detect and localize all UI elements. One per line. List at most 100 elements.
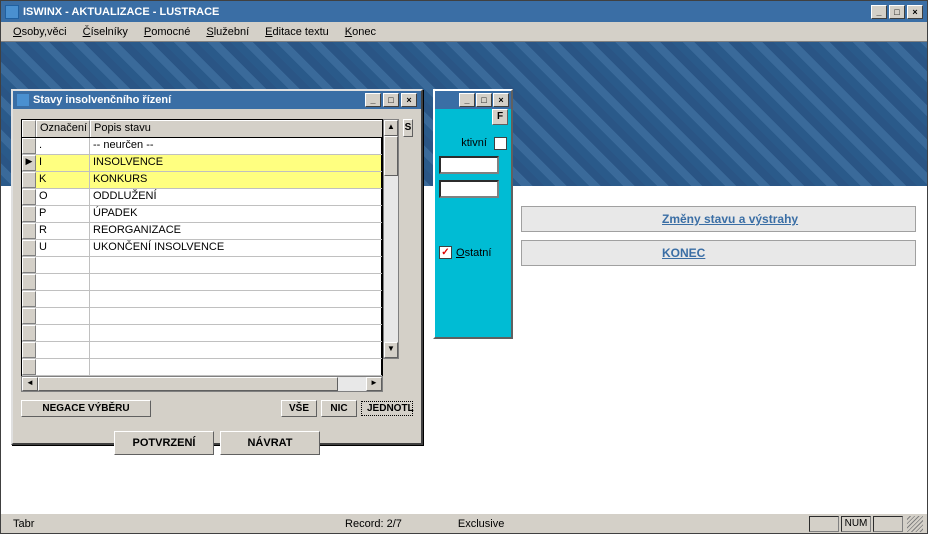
- scroll-right-button[interactable]: ►: [366, 377, 382, 391]
- menu-sluzebni[interactable]: Služební: [198, 24, 257, 40]
- cell-oznaceni[interactable]: K: [36, 172, 90, 188]
- table-row-empty: [22, 257, 382, 274]
- row-selector[interactable]: [22, 223, 36, 239]
- side-row-konec[interactable]: KONEC: [521, 240, 916, 266]
- status-box-3: [873, 516, 903, 532]
- table-row[interactable]: OODDLUŽENÍ: [22, 189, 382, 206]
- f-button[interactable]: F: [492, 109, 508, 125]
- close-button[interactable]: ×: [907, 5, 923, 19]
- filter-minimize-button[interactable]: _: [459, 93, 475, 107]
- cell-popis[interactable]: UKONČENÍ INSOLVENCE: [90, 240, 382, 256]
- status-num: NUM: [841, 516, 871, 532]
- menu-ciselniky[interactable]: Číselníky: [75, 24, 136, 40]
- vse-button[interactable]: VŠE: [281, 400, 317, 417]
- menu-konec[interactable]: Konec: [337, 24, 384, 40]
- scroll-left-button[interactable]: ◄: [22, 377, 38, 391]
- filter-input-1[interactable]: [439, 156, 499, 174]
- aktivni-label: ktivní: [461, 137, 487, 149]
- cell-oznaceni[interactable]: U: [36, 240, 90, 256]
- hscroll-thumb[interactable]: [38, 377, 338, 391]
- filter-maximize-button[interactable]: □: [476, 93, 492, 107]
- status-exclusive: Exclusive: [450, 518, 512, 530]
- table-row-empty: [22, 308, 382, 325]
- link-zmeny-stavu[interactable]: Změny stavu a výstrahy: [662, 212, 798, 226]
- stavy-grid[interactable]: Označení Popis stavu .-- neurčen --▶IINS…: [21, 119, 383, 377]
- horizontal-scrollbar[interactable]: ◄ ►: [21, 376, 383, 392]
- ostatni-checkbox[interactable]: ✓: [439, 246, 452, 259]
- grid-selector-header: [22, 120, 36, 137]
- dialog-close-button[interactable]: ×: [401, 93, 417, 107]
- menu-pomocne[interactable]: Pomocné: [136, 24, 198, 40]
- link-konec[interactable]: KONEC: [662, 246, 705, 260]
- table-row[interactable]: ▶IINSOLVENCE: [22, 155, 382, 172]
- grid-header: Označení Popis stavu: [22, 120, 382, 138]
- navrat-button[interactable]: NÁVRAT: [220, 431, 320, 455]
- row-selector[interactable]: [22, 172, 36, 188]
- minimize-button[interactable]: _: [871, 5, 887, 19]
- table-row-empty: [22, 274, 382, 291]
- nic-button[interactable]: NIC: [321, 400, 357, 417]
- table-row[interactable]: UUKONČENÍ INSOLVENCE: [22, 240, 382, 257]
- dialog-title: Stavy insolvenčního řízení: [33, 94, 365, 106]
- main-title: ISWINX - AKTUALIZACE - LUSTRACE: [23, 6, 871, 18]
- table-row-empty: [22, 291, 382, 308]
- table-row-empty: [22, 325, 382, 342]
- menu-editace[interactable]: Editace textu: [257, 24, 337, 40]
- vscroll-thumb[interactable]: [384, 136, 398, 176]
- vertical-scrollbar[interactable]: ▲ ▼: [383, 119, 399, 359]
- cell-popis[interactable]: REORGANIZACE: [90, 223, 382, 239]
- table-row[interactable]: PÚPADEK: [22, 206, 382, 223]
- cell-oznaceni[interactable]: O: [36, 189, 90, 205]
- side-panel: Změny stavu a výstrahy KONEC: [521, 206, 916, 274]
- row-selector[interactable]: [22, 240, 36, 256]
- table-row[interactable]: .-- neurčen --: [22, 138, 382, 155]
- negace-button[interactable]: NEGACE VÝBĚRU: [21, 400, 151, 417]
- filter-panel: _ □ × F ktivní ✓ Ostatní: [433, 89, 513, 339]
- table-row[interactable]: RREORGANIZACE: [22, 223, 382, 240]
- menubar: Osoby,věci Číselníky Pomocné Služební Ed…: [1, 22, 927, 42]
- cell-popis[interactable]: INSOLVENCE: [90, 155, 382, 171]
- maximize-button[interactable]: □: [889, 5, 905, 19]
- side-row-zmeny[interactable]: Změny stavu a výstrahy: [521, 206, 916, 232]
- statusbar: Tabr Record: 2/7 Exclusive NUM: [1, 513, 927, 533]
- cell-oznaceni[interactable]: .: [36, 138, 90, 154]
- filter-titlebar: _ □ ×: [435, 91, 511, 109]
- cell-popis[interactable]: KONKURS: [90, 172, 382, 188]
- row-selector[interactable]: [22, 206, 36, 222]
- table-row-empty: [22, 359, 382, 376]
- cell-popis[interactable]: -- neurčen --: [90, 138, 382, 154]
- jednotl-button[interactable]: JEDNOTL: [361, 401, 413, 416]
- resize-grip-icon[interactable]: [907, 516, 923, 532]
- scroll-down-button[interactable]: ▼: [384, 342, 398, 358]
- dialog-maximize-button[interactable]: □: [383, 93, 399, 107]
- aktivni-checkbox[interactable]: [494, 137, 507, 150]
- cell-popis[interactable]: ÚPADEK: [90, 206, 382, 222]
- main-window: ISWINX - AKTUALIZACE - LUSTRACE _ □ × Os…: [0, 0, 928, 534]
- status-record: Record: 2/7: [337, 518, 410, 530]
- s-button[interactable]: S: [403, 119, 413, 137]
- main-titlebar: ISWINX - AKTUALIZACE - LUSTRACE _ □ ×: [1, 1, 927, 22]
- cell-oznaceni[interactable]: R: [36, 223, 90, 239]
- ostatni-label: Ostatní: [456, 247, 491, 259]
- row-selector[interactable]: [22, 189, 36, 205]
- dialog-minimize-button[interactable]: _: [365, 93, 381, 107]
- scroll-up-button[interactable]: ▲: [384, 120, 398, 136]
- status-box-1: [809, 516, 839, 532]
- table-row[interactable]: KKONKURS: [22, 172, 382, 189]
- menu-osoby[interactable]: Osoby,věci: [5, 24, 75, 40]
- filter-input-2[interactable]: [439, 180, 499, 198]
- dialog-icon: [17, 94, 29, 106]
- col-popis[interactable]: Popis stavu: [90, 120, 382, 137]
- cell-popis[interactable]: ODDLUŽENÍ: [90, 189, 382, 205]
- cell-oznaceni[interactable]: P: [36, 206, 90, 222]
- row-selector[interactable]: ▶: [22, 155, 36, 171]
- workspace: Změny stavu a výstrahy KONEC _ □ × F kti…: [1, 42, 927, 513]
- app-icon: [5, 5, 19, 19]
- potvrzeni-button[interactable]: POTVRZENÍ: [114, 431, 214, 455]
- scroll-corner: [383, 359, 399, 375]
- col-oznaceni[interactable]: Označení: [36, 120, 90, 137]
- row-selector[interactable]: [22, 138, 36, 154]
- table-row-empty: [22, 342, 382, 359]
- cell-oznaceni[interactable]: I: [36, 155, 90, 171]
- filter-close-button[interactable]: ×: [493, 93, 509, 107]
